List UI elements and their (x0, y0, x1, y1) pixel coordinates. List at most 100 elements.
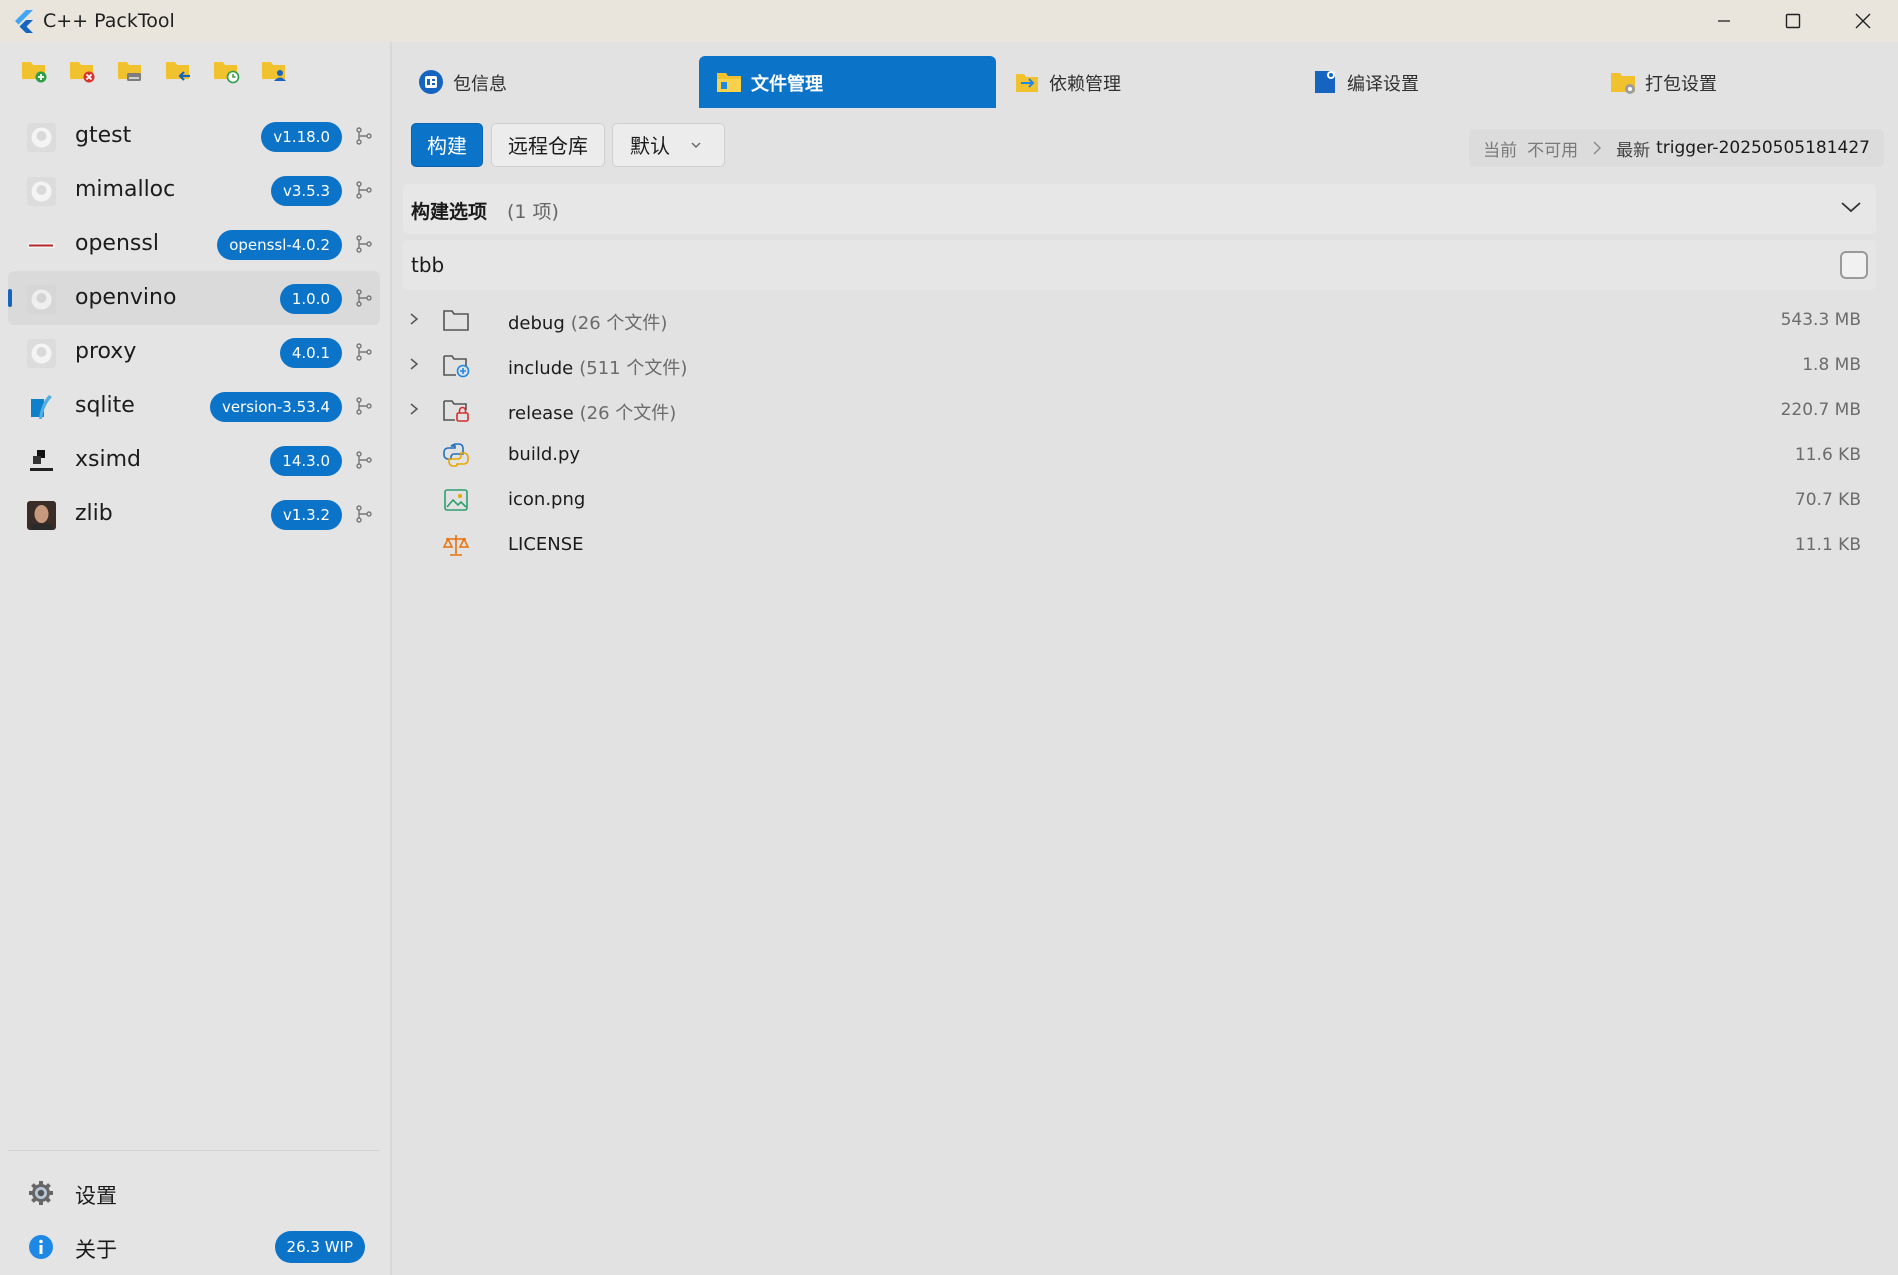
chevron-right-icon (1593, 141, 1602, 155)
maximize-icon (1785, 13, 1801, 29)
version-badge: v1.18.0 (261, 122, 342, 152)
sidebar-divider (8, 1150, 380, 1151)
about-label: 关于 (75, 1238, 117, 1262)
file-name: LICENSE (508, 534, 584, 555)
file-size: 11.6 KB (1794, 445, 1861, 465)
image-file-icon (444, 489, 468, 511)
build-options-header[interactable]: 构建选项 (1 项) (403, 184, 1876, 234)
version-badge: v3.5.3 (270, 176, 342, 206)
tab-bar: 包信息 文件管理 依赖管理 编译设置 打包设置 (401, 56, 1891, 108)
version-badge: 1.0.0 (279, 284, 342, 314)
about-nav-item[interactable]: 关于 26.3 WIP (8, 1222, 380, 1270)
license-scale-icon (442, 535, 470, 556)
tab-package-info[interactable]: 包信息 (401, 56, 698, 108)
tab-dependency-management[interactable]: 依赖管理 (997, 56, 1294, 108)
package-item-xsimd[interactable]: xsimd 14.3.0 (8, 433, 380, 487)
file-size: 220.7 MB (1780, 400, 1861, 420)
remote-repo-button[interactable]: 远程仓库 (491, 123, 605, 167)
window-title: C++ PackTool (43, 10, 175, 32)
tab-compile-settings[interactable]: 编译设置 (1295, 56, 1592, 108)
sync-folder-icon[interactable] (212, 56, 240, 84)
package-item-proxy[interactable]: proxy 4.0.1 (8, 325, 380, 379)
file-row[interactable]: LICENSE 11.1 KB (403, 523, 1876, 568)
sqlite-logo-icon (27, 393, 56, 422)
version-badge: openssl-4.0.2 (217, 230, 342, 260)
settings-label: 设置 (75, 1184, 117, 1208)
current-version-value: 不可用 (1527, 140, 1579, 161)
version-breadcrumb: 当前 不可用 最新 trigger-20250505181427 (1469, 129, 1884, 167)
branch-icon[interactable] (354, 450, 374, 470)
add-folder-icon[interactable] (20, 56, 48, 84)
version-badge: 4.0.1 (279, 338, 342, 368)
tab-label: 依赖管理 (1049, 74, 1121, 95)
compile-settings-icon (1315, 71, 1335, 93)
user-folder-icon[interactable] (260, 56, 288, 84)
chevron-right-icon[interactable] (407, 357, 421, 371)
branch-icon[interactable] (354, 234, 374, 254)
branch-icon[interactable] (354, 126, 374, 146)
maximize-button[interactable] (1758, 0, 1828, 42)
app-version-badge: 26.3 WIP (274, 1231, 365, 1263)
build-options-count: (1 项) (507, 201, 559, 223)
delete-folder-icon[interactable] (68, 56, 96, 84)
chevron-right-icon[interactable] (407, 312, 421, 326)
package-item-openvino[interactable]: openvino 1.0.0 (8, 271, 380, 325)
github-avatar-icon (27, 285, 56, 314)
disk-folder-icon[interactable] (116, 56, 144, 84)
build-option-checkbox[interactable] (1840, 251, 1868, 279)
branch-icon[interactable] (354, 180, 374, 200)
minimize-icon (1718, 20, 1730, 22)
title-bar: C++ PackTool (0, 0, 1898, 42)
file-row[interactable]: include (511 个文件) 1.8 MB (403, 343, 1876, 388)
package-item-gtest[interactable]: gtest v1.18.0 (8, 109, 380, 163)
package-name: openvino (75, 285, 177, 310)
file-name: icon.png (508, 489, 586, 510)
chevron-down-icon[interactable] (1840, 200, 1862, 214)
package-name: zlib (75, 501, 113, 526)
branch-icon[interactable] (354, 288, 374, 308)
current-version-prefix: 当前 (1483, 140, 1518, 161)
package-item-zlib[interactable]: zlib v1.3.2 (8, 487, 380, 541)
chevron-down-icon (691, 142, 701, 148)
settings-nav-item[interactable]: 设置 (8, 1168, 380, 1216)
tab-label: 编译设置 (1347, 74, 1419, 95)
folder-add-icon (443, 355, 470, 378)
dependency-icon (1016, 74, 1038, 92)
profile-dropdown[interactable]: 默认 (612, 123, 725, 167)
tab-file-management[interactable]: 文件管理 (699, 56, 996, 108)
package-item-openssl[interactable]: openssl openssl-4.0.2 (8, 217, 380, 271)
file-size: 70.7 KB (1794, 490, 1861, 510)
tab-label: 文件管理 (751, 74, 823, 95)
package-name: proxy (75, 339, 137, 364)
github-avatar-icon (27, 123, 56, 152)
file-row[interactable]: debug (26 个文件) 543.3 MB (403, 298, 1876, 343)
file-row[interactable]: build.py 11.6 KB (403, 433, 1876, 478)
package-item-sqlite[interactable]: sqlite version-3.53.4 (8, 379, 380, 433)
package-name: sqlite (75, 393, 135, 418)
chevron-right-icon[interactable] (407, 402, 421, 416)
branch-icon[interactable] (354, 342, 374, 362)
sidebar-toolbar (20, 56, 288, 84)
file-name: debug (26 个文件) (508, 313, 668, 334)
version-badge: version-3.53.4 (209, 392, 342, 422)
close-button[interactable] (1828, 0, 1898, 42)
user-photo-avatar (27, 501, 56, 530)
package-item-mimalloc[interactable]: mimalloc v3.5.3 (8, 163, 380, 217)
info-icon (29, 1235, 53, 1259)
info-card-icon (419, 70, 443, 94)
package-name: xsimd (75, 447, 141, 472)
file-row[interactable]: icon.png 70.7 KB (403, 478, 1876, 523)
sidebar: gtest v1.18.0 mimalloc v3.5.3 openssl op… (0, 42, 390, 1275)
import-folder-icon[interactable] (164, 56, 192, 84)
file-name: build.py (508, 444, 581, 465)
file-size: 1.8 MB (1802, 355, 1861, 375)
package-name: openssl (75, 231, 159, 256)
minimize-button[interactable] (1689, 0, 1759, 42)
branch-icon[interactable] (354, 396, 374, 416)
file-name: release (26 个文件) (508, 403, 677, 424)
tab-label: 包信息 (453, 74, 507, 95)
build-button[interactable]: 构建 (411, 123, 483, 167)
file-row[interactable]: release (26 个文件) 220.7 MB (403, 388, 1876, 433)
branch-icon[interactable] (354, 504, 374, 524)
tab-package-settings[interactable]: 打包设置 (1593, 56, 1890, 108)
